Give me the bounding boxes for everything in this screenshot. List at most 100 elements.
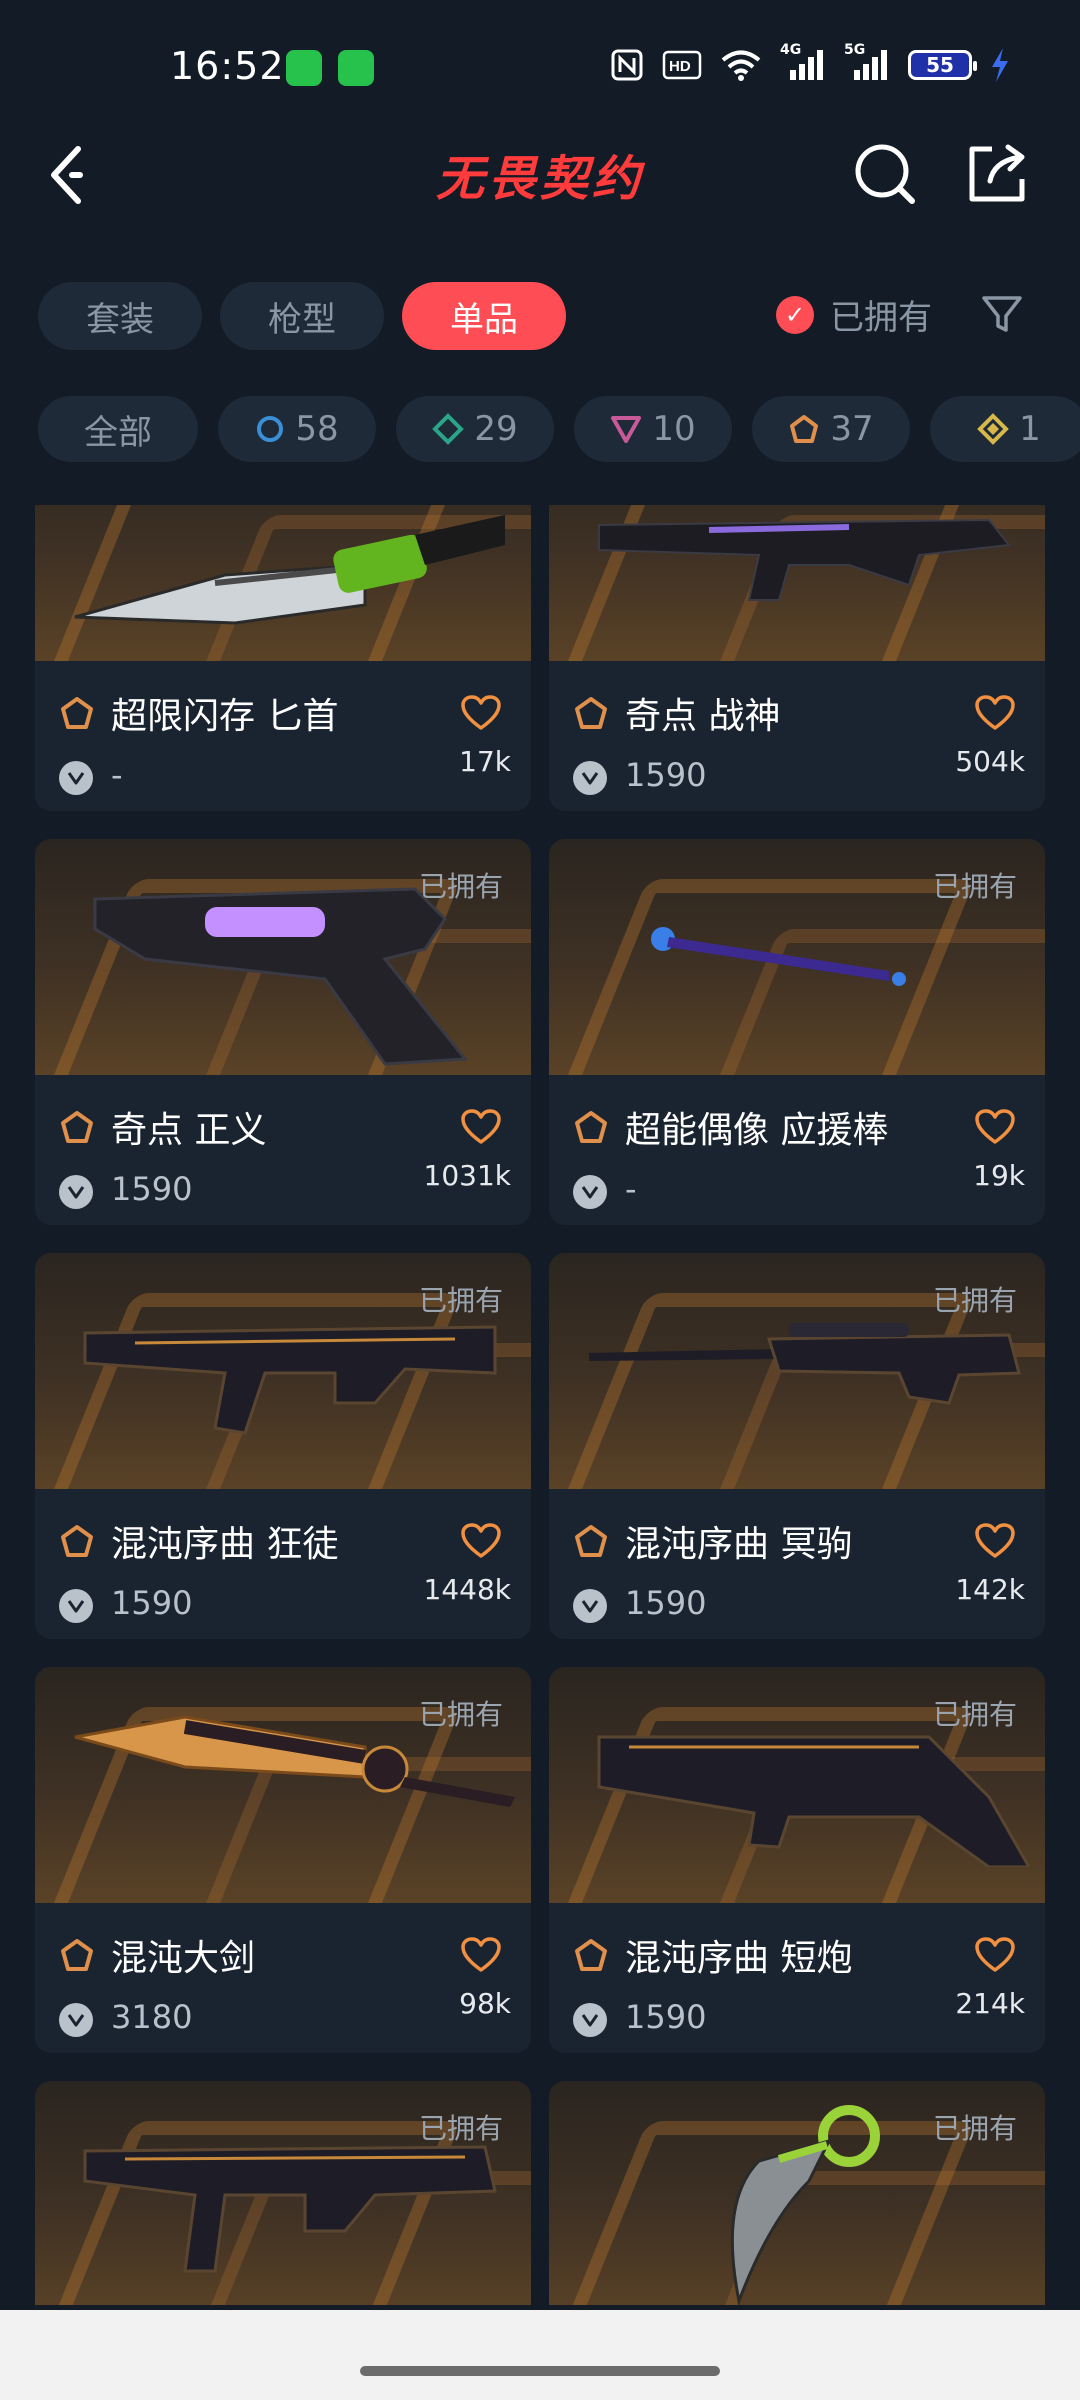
valorant-points-icon xyxy=(573,761,607,795)
item-image xyxy=(35,505,531,661)
nfc-icon xyxy=(611,49,643,81)
item-likes: 142k xyxy=(955,1573,1025,1606)
tab-weapon-type[interactable]: 枪型 xyxy=(220,282,384,350)
valorant-points-icon xyxy=(59,761,93,795)
exclusive-tier-pentagon-icon xyxy=(61,1525,93,1557)
tier-chip-ultra[interactable]: 1 xyxy=(930,396,1080,462)
heart-icon[interactable] xyxy=(461,695,501,731)
tier-chip-count: 10 xyxy=(652,409,696,449)
cheer-stick-image xyxy=(651,927,906,986)
exclusive-tier-pentagon-icon xyxy=(575,1525,607,1557)
item-card[interactable]: 超限闪存 匕首 - 17k xyxy=(35,505,531,811)
tab-single-item[interactable]: 单品 xyxy=(402,282,566,350)
heart-icon[interactable] xyxy=(461,1109,501,1145)
item-card[interactable]: 已拥有 奇点 正义 1590 1031k xyxy=(35,839,531,1225)
item-name: 混沌序曲 冥驹 xyxy=(625,1524,853,1565)
search-icon xyxy=(855,144,915,204)
tier-filter-chips: 全部 58 29 10 37 1 xyxy=(38,396,1080,462)
exclusive-tier-pentagon-icon xyxy=(575,1111,607,1143)
upload-notification-icon xyxy=(338,50,374,86)
owned-filter-label: 已拥有 xyxy=(830,298,932,338)
item-likes: 98k xyxy=(459,1987,511,2020)
item-info: 奇点 正义 1590 1031k xyxy=(35,1075,531,1225)
valorant-points-icon xyxy=(59,1175,93,1209)
item-image: 已拥有 xyxy=(35,1253,531,1489)
tier-chip-count: 1 xyxy=(1019,409,1041,449)
share-button[interactable] xyxy=(962,139,1032,209)
tier-chip-deluxe[interactable]: 29 xyxy=(396,396,554,462)
item-likes: 17k xyxy=(459,745,511,778)
tier-chip-exclusive[interactable]: 37 xyxy=(752,396,910,462)
rifle-image xyxy=(83,1325,497,1435)
owned-badge: 已拥有 xyxy=(932,1698,1017,1731)
item-card[interactable]: 已拥有 超能偶像 应援棒 - 19k xyxy=(549,839,1045,1225)
tier-chip-label: 全部 xyxy=(84,412,152,453)
checkmark-icon: ✓ xyxy=(776,295,814,334)
item-image xyxy=(549,505,1045,661)
item-image: 已拥有 xyxy=(35,1667,531,1903)
item-card[interactable]: 奇点 战神 1590 504k xyxy=(549,505,1045,811)
owned-badge: 已拥有 xyxy=(932,1284,1017,1317)
item-name: 奇点 战神 xyxy=(625,696,781,737)
battery-indicator: 55 xyxy=(908,50,977,80)
item-info: 混沌序曲 短炮 1590 214k xyxy=(549,1903,1045,2053)
heart-icon[interactable] xyxy=(975,1937,1015,1973)
item-card[interactable]: 已拥有 混沌序曲 冥驹 1590 142k xyxy=(549,1253,1045,1639)
tab-suit[interactable]: 套装 xyxy=(38,282,202,350)
item-card[interactable]: 已拥有 混沌序曲 短炮 1590 214k xyxy=(549,1667,1045,2053)
signal-bars-icon xyxy=(854,50,887,80)
status-bar: 16:52 HD 4G 5G 55 xyxy=(0,0,1080,130)
navigation-bar xyxy=(0,2310,1080,2400)
item-name: 混沌序曲 狂徒 xyxy=(111,1524,339,1565)
signal-bars-icon xyxy=(790,50,823,80)
heart-icon[interactable] xyxy=(975,695,1015,731)
heart-icon[interactable] xyxy=(975,1523,1015,1559)
category-tabs: 套装 枪型 单品 xyxy=(38,282,566,350)
owned-badge: 已拥有 xyxy=(932,2112,1017,2145)
tier-chip-select[interactable]: 58 xyxy=(218,396,376,462)
owned-badge: 已拥有 xyxy=(932,870,1017,903)
exclusive-tier-pentagon-icon xyxy=(575,697,607,729)
filter-button[interactable] xyxy=(980,292,1024,336)
owned-filter-toggle[interactable]: ✓ 已拥有 xyxy=(776,290,932,339)
item-likes: 214k xyxy=(955,1987,1025,2020)
valorant-points-icon xyxy=(573,1589,607,1623)
heart-icon[interactable] xyxy=(975,1109,1015,1145)
cellular-signal-1: 4G xyxy=(780,42,826,82)
status-time: 16:52 xyxy=(170,44,285,88)
heart-icon[interactable] xyxy=(461,1937,501,1973)
item-name: 超能偶像 应援棒 xyxy=(625,1110,889,1151)
item-image: 已拥有 xyxy=(549,839,1045,1075)
owned-badge: 已拥有 xyxy=(418,1284,503,1317)
item-card[interactable]: 已拥有 混沌大剑 3180 98k xyxy=(35,1667,531,2053)
item-card[interactable]: 已拥有 混沌序曲 狂徒 1590 1448k xyxy=(35,1253,531,1639)
item-card[interactable]: 已拥有 xyxy=(35,2081,531,2305)
item-image: 已拥有 xyxy=(35,2081,531,2305)
item-info: 超能偶像 应援棒 - 19k xyxy=(549,1075,1045,1225)
item-likes: 19k xyxy=(973,1159,1025,1192)
heart-icon[interactable] xyxy=(461,1523,501,1559)
svg-text:HD: HD xyxy=(669,58,691,75)
owned-badge: 已拥有 xyxy=(418,870,503,903)
item-name: 超限闪存 匕首 xyxy=(111,696,339,737)
home-indicator[interactable] xyxy=(360,2366,720,2376)
select-tier-circle-icon xyxy=(257,416,284,442)
item-info: 混沌序曲 冥驹 1590 142k xyxy=(549,1489,1045,1639)
item-price: 1590 xyxy=(625,1998,707,2036)
item-price: 1590 xyxy=(111,1584,193,1622)
item-card[interactable]: 已拥有 xyxy=(549,2081,1045,2305)
owned-badge: 已拥有 xyxy=(418,1698,503,1731)
item-price: - xyxy=(625,1170,637,1208)
tier-chip-all[interactable]: 全部 xyxy=(38,396,198,462)
cellular-signal-2: 5G xyxy=(844,42,890,82)
tier-chip-premium[interactable]: 10 xyxy=(574,396,732,462)
search-button[interactable] xyxy=(850,139,920,209)
exclusive-tier-pentagon-icon xyxy=(61,697,93,729)
item-info: 混沌序曲 狂徒 1590 1448k xyxy=(35,1489,531,1639)
exclusive-tier-pentagon-icon xyxy=(575,1939,607,1971)
sniper-image xyxy=(589,1323,1021,1405)
funnel-icon xyxy=(982,296,1022,332)
item-image: 已拥有 xyxy=(549,2081,1045,2305)
ultra-tier-diamond-icon xyxy=(977,413,1010,445)
item-price: 1590 xyxy=(111,1170,193,1208)
